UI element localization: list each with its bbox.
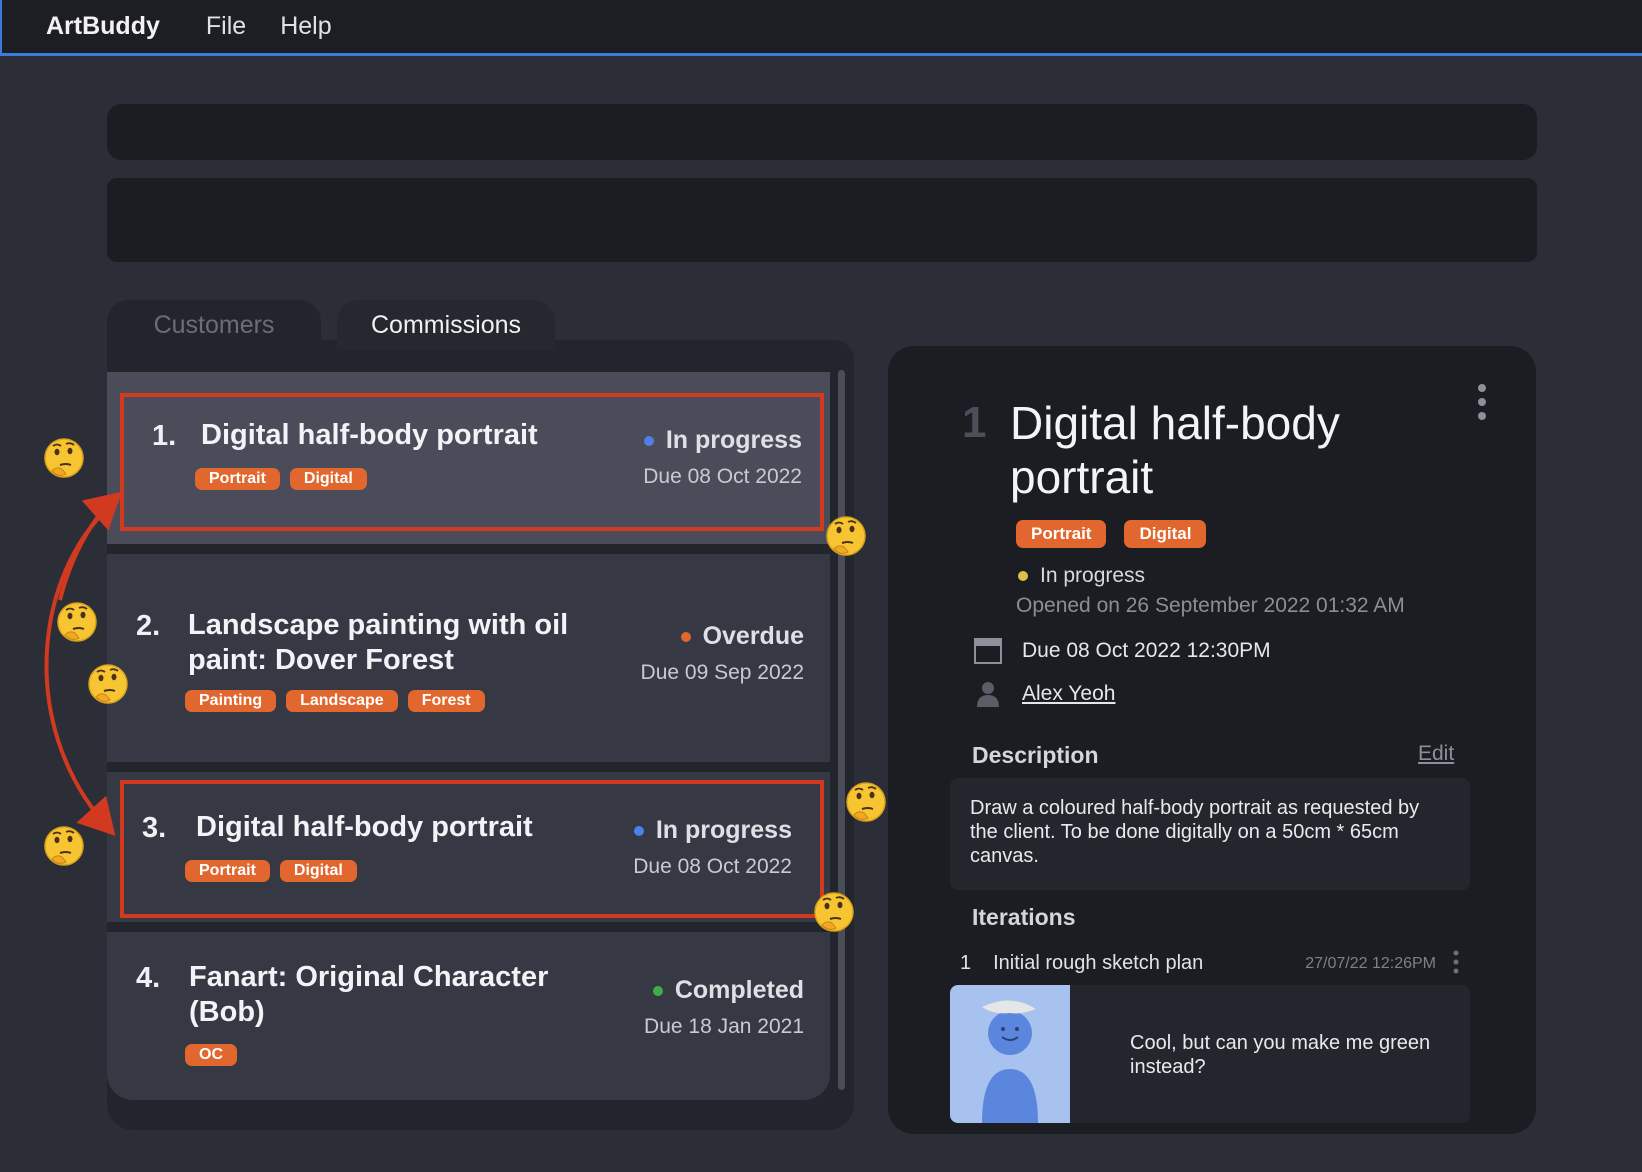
detail-number: 1 (962, 398, 987, 447)
customer-link[interactable]: Alex Yeoh (1022, 682, 1115, 706)
detail-status: In progress (1018, 564, 1145, 588)
status-dot-icon (1018, 571, 1028, 581)
description-heading: Description (972, 742, 1099, 768)
character-sketch-icon (982, 1000, 1038, 1123)
tag: Digital (1124, 520, 1207, 548)
thinking-face-icon (846, 782, 886, 822)
customer-row: Alex Yeoh (974, 680, 1115, 708)
iteration-options-icon[interactable] (1452, 950, 1460, 980)
detail-due: Due 08 Oct 2022 12:30PM (1022, 639, 1271, 662)
edit-description-link[interactable]: Edit (1418, 742, 1454, 766)
detail-title: Digital half-body portrait (1010, 397, 1340, 503)
iteration-title: Initial rough sketch plan (993, 952, 1204, 974)
person-icon (977, 682, 999, 707)
iterations-heading: Iterations (972, 904, 1076, 930)
iteration-number: 1 (960, 952, 972, 974)
tag: Portrait (1016, 520, 1107, 548)
iteration-header: 1 Initial rough sketch plan 27/07/22 12:… (960, 950, 1460, 975)
opened-date: Opened on 26 September 2022 01:32 AM (1016, 594, 1405, 617)
iteration-image (950, 985, 1070, 1123)
iteration-timestamp: 27/07/22 12:26PM (1305, 954, 1436, 972)
description-box: Draw a coloured half-body portrait as re… (950, 778, 1470, 890)
thinking-face-icon (88, 664, 128, 704)
thinking-face-icon (44, 826, 84, 866)
thinking-face-icon (44, 438, 84, 478)
thinking-face-icon (57, 602, 97, 642)
status-label: In progress (1040, 564, 1146, 587)
iteration-card[interactable]: Cool, but can you make me green instead? (950, 985, 1470, 1123)
iteration-comment: Cool, but can you make me green instead? (1130, 1032, 1431, 1078)
detail-tags: Portrait Digital (1016, 520, 1207, 548)
thinking-face-icon (814, 892, 854, 932)
more-options-icon[interactable] (1478, 384, 1488, 426)
thinking-face-icon (826, 516, 866, 556)
due-row: Due 08 Oct 2022 12:30PM (974, 638, 1271, 664)
calendar-icon (974, 638, 1002, 664)
